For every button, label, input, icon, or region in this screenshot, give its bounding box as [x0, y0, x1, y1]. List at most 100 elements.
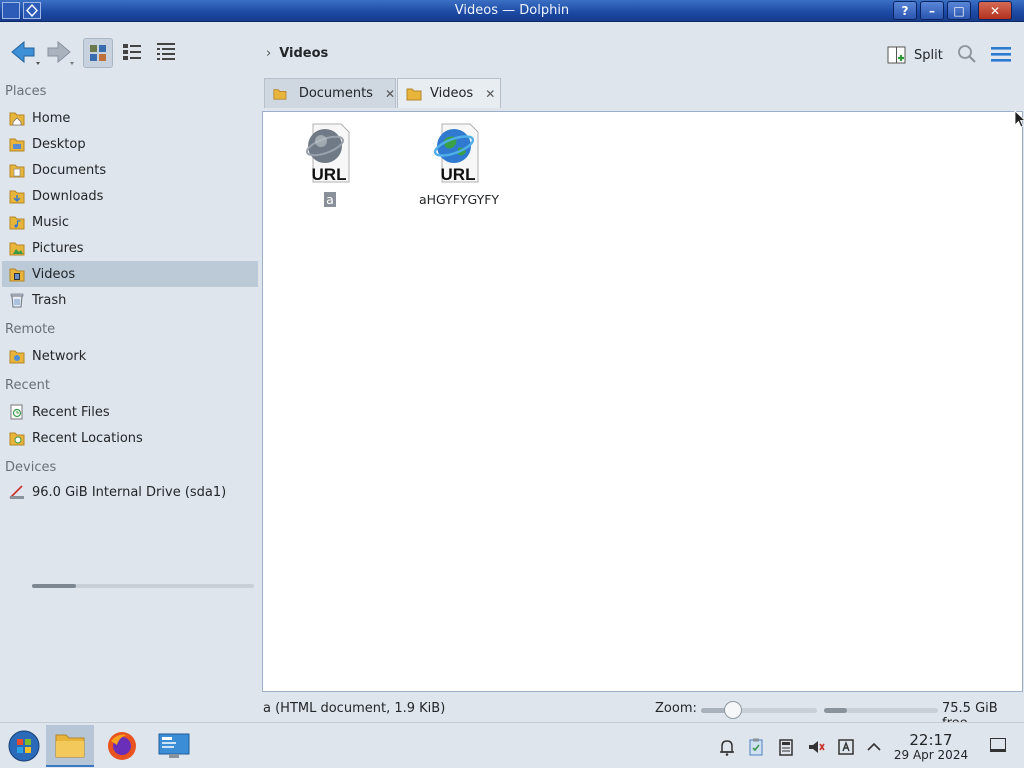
file-item[interactable]: URL a — [275, 122, 385, 208]
zoom-slider[interactable] — [701, 701, 817, 719]
sidebar-item-network[interactable]: Network — [2, 343, 258, 369]
sidebar-item-label: Recent Files — [32, 404, 110, 420]
window-title: Videos — Dolphin — [454, 3, 570, 18]
details-view-button[interactable] — [152, 38, 182, 68]
volume-muted-icon[interactable] — [806, 737, 826, 757]
sidebar-item-recent-files[interactable]: Recent Files — [2, 399, 258, 425]
file-name[interactable]: a — [324, 192, 336, 207]
free-space-bar[interactable] — [824, 708, 938, 713]
drive-usage-fill — [32, 584, 77, 588]
device-notifier-icon[interactable] — [776, 737, 796, 757]
search-button[interactable] — [956, 42, 978, 66]
maximize-button[interactable]: □ — [947, 1, 971, 20]
drive-usage-bar — [32, 584, 254, 588]
file-item[interactable]: URL aHGYFYGYFY — [404, 122, 514, 208]
url-file-icon: URL — [433, 123, 479, 184]
breadcrumb[interactable]: › Videos — [266, 46, 328, 61]
split-view-icon — [887, 46, 906, 64]
sidebar-item-pictures[interactable]: Pictures — [2, 235, 258, 261]
tab-documents[interactable]: Documents ✕ — [264, 78, 396, 108]
minimize-button[interactable]: – — [920, 1, 944, 20]
hamburger-menu-icon — [991, 47, 1011, 62]
start-menu-icon — [8, 730, 40, 762]
sidebar-item-label: Desktop — [32, 136, 86, 152]
sidebar-item-label: Documents — [32, 162, 107, 178]
tray-expand-icon[interactable] — [864, 737, 884, 757]
sidebar-item-internal-drive[interactable]: 96.0 GiB Internal Drive (sda1) — [2, 479, 258, 505]
sidebar-item-label: Pictures — [32, 240, 84, 256]
sidebar-item-recent-locations[interactable]: Recent Locations — [2, 425, 258, 451]
tab-label: Documents — [298, 86, 373, 101]
sidebar-item-label: Trash — [32, 292, 67, 308]
places-header: Places — [5, 84, 47, 99]
sidebar-item-label: Music — [32, 214, 69, 230]
url-file-icon: URL — [305, 123, 350, 184]
free-space-fill — [824, 708, 847, 713]
places-panel: Places Home Desktop Documents Downloads … — [0, 84, 262, 696]
taskbar: 22:17 29 Apr 2024 — [0, 722, 1024, 768]
sidebar-item-label: Videos — [32, 266, 76, 282]
back-button[interactable] — [8, 36, 44, 68]
close-button[interactable]: ✕ — [978, 1, 1012, 20]
start-menu-button[interactable] — [0, 725, 48, 767]
chevron-right-icon: › — [266, 46, 272, 61]
sidebar-item-music[interactable]: Music — [2, 209, 258, 235]
close-tab-icon[interactable]: ✕ — [385, 87, 395, 101]
folder-icon — [273, 88, 287, 100]
devices-header: Devices — [5, 460, 57, 475]
input-method-icon[interactable] — [836, 737, 856, 757]
close-tab-icon[interactable]: ✕ — [485, 87, 495, 101]
clock-date: 29 Apr 2024 — [893, 748, 969, 762]
sidebar-item-label: Recent Locations — [32, 430, 143, 446]
forward-button[interactable] — [42, 36, 78, 68]
folder-icon — [406, 88, 422, 100]
status-text: a (HTML document, 1.9 KiB) — [263, 701, 446, 716]
taskbar-system-settings[interactable] — [150, 725, 198, 767]
sidebar-item-label: Home — [32, 110, 71, 126]
tab-label: Videos — [430, 86, 474, 101]
hamburger-menu-button[interactable] — [988, 42, 1014, 66]
help-button[interactable]: ? — [893, 1, 917, 20]
sidebar-item-home[interactable]: Home — [2, 105, 258, 131]
sidebar-item-videos[interactable]: Videos — [2, 261, 258, 287]
zoom-label: Zoom: — [655, 701, 697, 716]
taskbar-firefox[interactable] — [98, 725, 146, 767]
desktop-folder-icon — [9, 138, 25, 152]
compact-view-icon — [123, 44, 141, 60]
taskbar-file-manager[interactable] — [46, 725, 94, 767]
url-icon-label: URL — [441, 165, 476, 184]
notifications-icon[interactable] — [717, 737, 737, 757]
home-folder-icon — [9, 112, 25, 126]
sidebar-item-downloads[interactable]: Downloads — [2, 183, 258, 209]
file-name[interactable]: aHGYFYGYFY — [417, 192, 501, 207]
zoom-slider-handle[interactable] — [724, 701, 743, 719]
remote-header: Remote — [5, 322, 56, 337]
status-bar: a (HTML document, 1.9 KiB) Zoom: 75.5 Gi… — [262, 698, 1024, 731]
file-view[interactable]: URL a URL aHGYFYGYFY — [262, 111, 1023, 692]
sidebar-item-trash[interactable]: Trash — [2, 287, 258, 313]
compact-view-button[interactable] — [118, 38, 148, 68]
tab-videos[interactable]: Videos ✕ — [397, 78, 501, 108]
clock[interactable]: 22:17 29 Apr 2024 — [888, 732, 974, 762]
breadcrumb-item[interactable]: Videos — [279, 46, 328, 61]
clipboard-icon[interactable] — [746, 737, 766, 757]
split-button[interactable]: Split — [886, 42, 943, 68]
system-settings-icon — [158, 733, 190, 758]
recent-header: Recent — [5, 378, 50, 393]
recent-locations-icon — [9, 432, 25, 446]
icons-view-button[interactable] — [83, 38, 113, 68]
arrow-right-icon — [47, 40, 74, 65]
sidebar-item-documents[interactable]: Documents — [2, 157, 258, 183]
network-folder-icon — [9, 350, 25, 364]
url-icon-label: URL — [312, 165, 347, 184]
firefox-icon — [108, 732, 136, 760]
sidebar-item-desktop[interactable]: Desktop — [2, 131, 258, 157]
file-manager-icon — [55, 734, 85, 758]
pictures-folder-icon — [9, 242, 25, 256]
window-titlebar[interactable]: Videos — Dolphin ? – □ ✕ — [0, 0, 1024, 22]
details-view-icon — [157, 43, 175, 60]
show-desktop-icon[interactable] — [990, 738, 1006, 752]
toolbar: › Videos Split — [0, 22, 1024, 84]
recent-files-icon — [10, 404, 23, 420]
hard-drive-icon — [9, 485, 24, 499]
